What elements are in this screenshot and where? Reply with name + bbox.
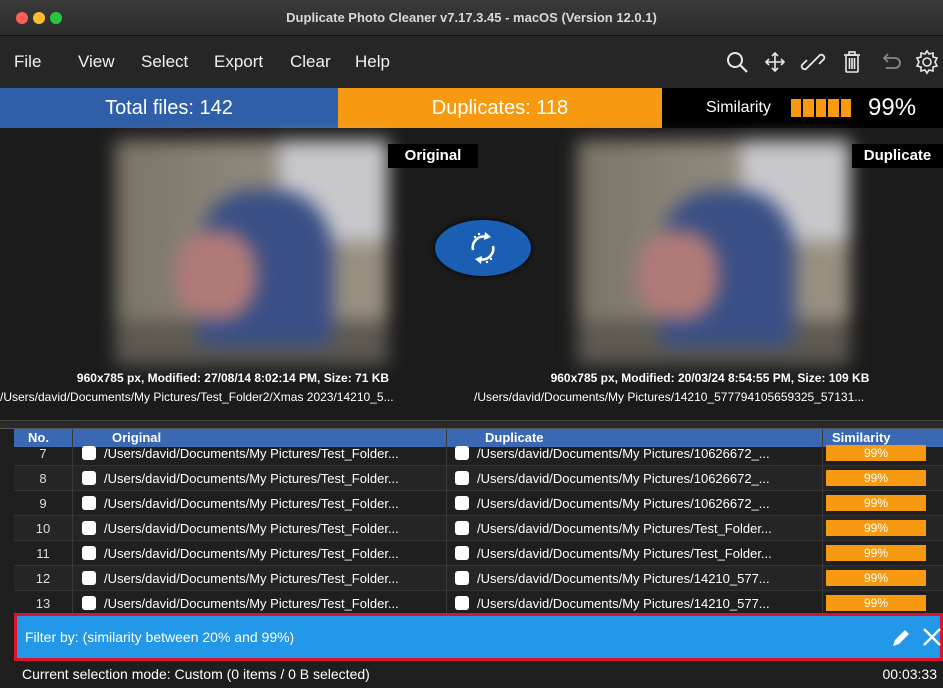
swap-button[interactable] bbox=[435, 220, 531, 276]
menu-export[interactable]: Export bbox=[214, 36, 263, 88]
row-duplicate-path: /Users/david/Documents/My Pictures/Test_… bbox=[477, 546, 772, 561]
original-photo[interactable] bbox=[115, 140, 388, 365]
menu-clear[interactable]: Clear bbox=[290, 36, 331, 88]
original-checkbox[interactable] bbox=[82, 596, 96, 610]
duplicate-photo[interactable] bbox=[577, 140, 850, 365]
duplicate-checkbox[interactable] bbox=[455, 521, 469, 535]
row-similarity: 99% bbox=[826, 595, 926, 611]
row-original-path: /Users/david/Documents/My Pictures/Test_… bbox=[104, 571, 399, 586]
selection-status: Current selection mode: Custom (0 items … bbox=[22, 666, 370, 682]
gear-icon[interactable] bbox=[914, 49, 940, 75]
duplicate-checkbox[interactable] bbox=[455, 546, 469, 560]
search-icon[interactable] bbox=[724, 49, 750, 75]
status-bar: Current selection mode: Custom (0 items … bbox=[14, 661, 943, 688]
row-number: 8 bbox=[39, 471, 47, 486]
similarity-indicator: Similarity 99% bbox=[662, 88, 943, 128]
table-row[interactable]: 7 /Users/david/Documents/My Pictures/Tes… bbox=[14, 441, 943, 466]
results-table: No. Original Duplicate Similarity 7 /Use… bbox=[14, 429, 943, 613]
duplicate-checkbox[interactable] bbox=[455, 571, 469, 585]
swap-icon bbox=[471, 232, 495, 264]
original-checkbox[interactable] bbox=[82, 571, 96, 585]
close-filter-icon[interactable] bbox=[921, 626, 943, 648]
original-path: /Users/david/Documents/My Pictures/Test_… bbox=[0, 390, 394, 404]
row-duplicate-path: /Users/david/Documents/My Pictures/10626… bbox=[477, 446, 770, 461]
row-original-path: /Users/david/Documents/My Pictures/Test_… bbox=[104, 496, 399, 511]
row-similarity: 99% bbox=[826, 570, 926, 586]
row-number: 9 bbox=[39, 496, 47, 511]
link-icon[interactable] bbox=[800, 49, 826, 75]
move-icon[interactable] bbox=[762, 49, 788, 75]
duplicate-checkbox[interactable] bbox=[455, 446, 469, 460]
original-checkbox[interactable] bbox=[82, 471, 96, 485]
original-checkbox[interactable] bbox=[82, 546, 96, 560]
duplicate-tag: Duplicate bbox=[852, 144, 943, 168]
duplicate-checkbox[interactable] bbox=[455, 596, 469, 610]
row-number: 7 bbox=[39, 446, 47, 461]
row-number: 12 bbox=[35, 571, 51, 586]
elapsed-time: 00:03:33 bbox=[882, 666, 938, 682]
table-row[interactable]: 9 /Users/david/Documents/My Pictures/Tes… bbox=[14, 491, 943, 516]
row-original-path: /Users/david/Documents/My Pictures/Test_… bbox=[104, 521, 399, 536]
window-title: Duplicate Photo Cleaner v7.17.3.45 - mac… bbox=[286, 10, 657, 25]
menu-select[interactable]: Select bbox=[141, 36, 188, 88]
table-row[interactable]: 12 /Users/david/Documents/My Pictures/Te… bbox=[14, 566, 943, 591]
table-row[interactable]: 13 /Users/david/Documents/My Pictures/Te… bbox=[14, 591, 943, 613]
duplicate-checkbox[interactable] bbox=[455, 496, 469, 510]
row-duplicate-path: /Users/david/Documents/My Pictures/14210… bbox=[477, 596, 770, 611]
filter-description: Filter by: (similarity between 20% and 9… bbox=[25, 629, 295, 645]
row-similarity: 99% bbox=[826, 545, 926, 561]
menu-help[interactable]: Help bbox=[355, 36, 390, 88]
title-bar: Duplicate Photo Cleaner v7.17.3.45 - mac… bbox=[0, 0, 943, 36]
menu-file[interactable]: File bbox=[14, 36, 41, 88]
edit-filter-icon[interactable] bbox=[889, 626, 913, 650]
row-number: 11 bbox=[36, 546, 50, 561]
total-files-count: Total files: 142 bbox=[0, 88, 338, 128]
original-tag: Original bbox=[388, 144, 478, 168]
original-checkbox[interactable] bbox=[82, 521, 96, 535]
row-original-path: /Users/david/Documents/My Pictures/Test_… bbox=[104, 446, 399, 461]
original-meta: 960x785 px, Modified: 27/08/14 8:02:14 P… bbox=[76, 371, 390, 385]
row-duplicate-path: /Users/david/Documents/My Pictures/10626… bbox=[477, 471, 770, 486]
menu-view[interactable]: View bbox=[78, 36, 115, 88]
menu-bar: File View Select Export Clear Help bbox=[0, 36, 943, 88]
trash-icon[interactable] bbox=[839, 49, 865, 75]
duplicates-count: Duplicates: 118 bbox=[338, 88, 662, 128]
original-checkbox[interactable] bbox=[82, 496, 96, 510]
preview-panel: Original Duplicate 960x785 px, Modified:… bbox=[0, 128, 943, 420]
row-similarity: 99% bbox=[826, 520, 926, 536]
row-similarity: 99% bbox=[826, 445, 926, 461]
row-duplicate-path: /Users/david/Documents/My Pictures/10626… bbox=[477, 496, 770, 511]
similarity-label: Similarity bbox=[706, 99, 771, 116]
duplicate-checkbox[interactable] bbox=[455, 471, 469, 485]
duplicate-meta: 960x785 px, Modified: 20/03/24 8:54:55 P… bbox=[550, 371, 870, 385]
duplicate-path: /Users/david/Documents/My Pictures/14210… bbox=[474, 390, 865, 404]
stats-bar: Total files: 142 Duplicates: 118 Similar… bbox=[0, 88, 943, 128]
splitter-handle[interactable] bbox=[0, 420, 943, 429]
original-checkbox[interactable] bbox=[82, 446, 96, 460]
column-divider bbox=[72, 429, 73, 613]
row-number: 13 bbox=[35, 596, 51, 611]
row-original-path: /Users/david/Documents/My Pictures/Test_… bbox=[104, 546, 399, 561]
row-duplicate-path: /Users/david/Documents/My Pictures/Test_… bbox=[477, 521, 772, 536]
table-row[interactable]: 8 /Users/david/Documents/My Pictures/Tes… bbox=[14, 466, 943, 491]
row-similarity: 99% bbox=[826, 470, 926, 486]
row-similarity: 99% bbox=[826, 495, 926, 511]
table-row[interactable]: 10 /Users/david/Documents/My Pictures/Te… bbox=[14, 516, 943, 541]
column-divider bbox=[822, 429, 823, 613]
column-divider bbox=[446, 429, 447, 613]
row-original-path: /Users/david/Documents/My Pictures/Test_… bbox=[104, 471, 399, 486]
row-original-path: /Users/david/Documents/My Pictures/Test_… bbox=[104, 596, 399, 611]
row-duplicate-path: /Users/david/Documents/My Pictures/14210… bbox=[477, 571, 770, 586]
table-row[interactable]: 11 /Users/david/Documents/My Pictures/Te… bbox=[14, 541, 943, 566]
filter-bar: Filter by: (similarity between 20% and 9… bbox=[14, 613, 943, 661]
row-number: 10 bbox=[35, 521, 51, 536]
undo-icon[interactable] bbox=[878, 49, 904, 75]
similarity-meter bbox=[791, 99, 852, 117]
similarity-value: 99% bbox=[868, 94, 917, 121]
